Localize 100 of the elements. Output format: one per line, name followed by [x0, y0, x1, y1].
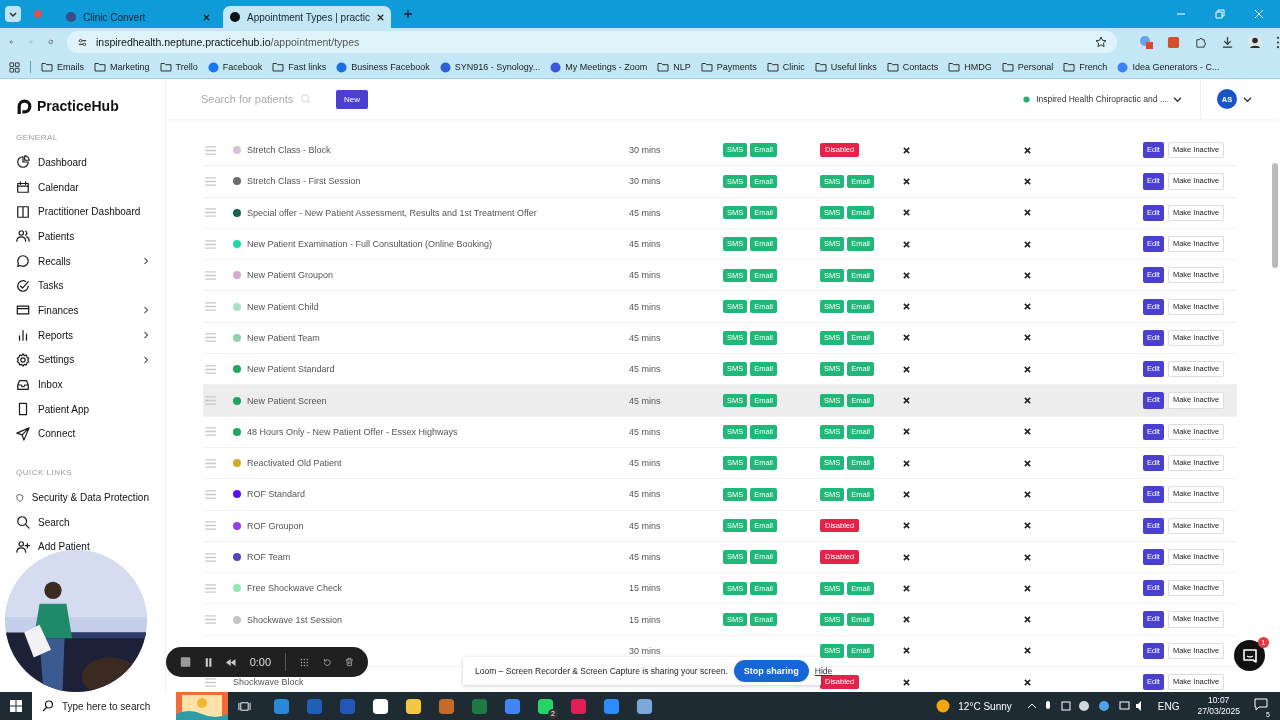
stop-sharing-button[interactable]: Stop sharing: [733, 660, 809, 682]
nav-item[interactable]: Dashboard: [16, 150, 165, 175]
bookmark[interactable]: Business Facebook: [336, 61, 430, 73]
restart-icon[interactable]: [322, 656, 332, 668]
nav-item[interactable]: Finances: [16, 298, 165, 323]
cross-icon: [1024, 209, 1031, 217]
nav-item[interactable]: Settings: [16, 347, 165, 373]
extension-icon[interactable]: [1167, 35, 1180, 49]
site-settings-icon[interactable]: [77, 36, 88, 48]
duration: 45 mins: [629, 426, 661, 437]
stop-icon[interactable]: [180, 655, 192, 669]
taskbar-search-field[interactable]: Type here to search: [32, 692, 176, 720]
site-icon: [207, 61, 219, 73]
drag-handle-icon[interactable]: [205, 427, 216, 437]
drag-handle-icon[interactable]: [205, 583, 216, 593]
duration: 15 mins: [629, 583, 661, 594]
puzzle-icon[interactable]: [1194, 35, 1207, 49]
drag-handle-icon[interactable]: [205, 396, 216, 405]
browser-tab[interactable]: Appointment Types | practic: [223, 6, 392, 28]
scrollbar-thumb[interactable]: [1272, 163, 1278, 268]
bookmark[interactable]: SYN916 - Synology...: [439, 61, 541, 73]
apps-grid-icon[interactable]: [9, 61, 20, 73]
nav-item[interactable]: Calendar: [16, 174, 165, 200]
drag-handle-icon[interactable]: [205, 552, 216, 562]
extension-icon[interactable]: [1139, 35, 1153, 49]
weather-text[interactable]: 12°C Sunny: [958, 700, 1012, 712]
bookmark[interactable]: Facebook: [207, 61, 263, 73]
bookmark[interactable]: Idea Generators - C...: [1117, 61, 1220, 73]
cross-icon: [1024, 522, 1031, 530]
nav-item[interactable]: Inbox: [16, 372, 165, 397]
close-icon[interactable]: [376, 12, 386, 22]
browser-tab[interactable]: Clinic Convert: [59, 6, 217, 28]
drag-handle-icon[interactable]: [205, 333, 216, 343]
download-icon[interactable]: [1221, 35, 1234, 49]
nav-item[interactable]: Recalls: [16, 248, 165, 274]
hide-link[interactable]: Hide: [814, 666, 833, 676]
app-icon[interactable]: [537, 697, 554, 715]
cross-icon: [1024, 647, 1031, 655]
bookmark[interactable]: My Meetings - Zoom: [550, 61, 648, 73]
drag-handle-icon[interactable]: [205, 270, 216, 280]
bookmark[interactable]: HMDG: [948, 62, 992, 72]
bookmark[interactable]: Payments: [700, 62, 757, 72]
drag-handle-icon[interactable]: [205, 677, 216, 687]
drag-handle-icon[interactable]: [205, 145, 216, 155]
bookmark[interactable]: NLP: [657, 62, 691, 72]
drag-handle-icon[interactable]: [205, 208, 216, 218]
cross-icon: [903, 459, 910, 467]
nav-item[interactable]: Patient App: [16, 396, 165, 422]
chat-icon: [1241, 647, 1258, 664]
drag-handle-icon[interactable]: [205, 364, 216, 374]
nav-item[interactable]: Security & Data Protection: [16, 485, 165, 510]
drag-handle-icon[interactable]: [205, 458, 216, 468]
app-icon[interactable]: [636, 697, 653, 715]
drag-handle-icon[interactable]: [205, 615, 216, 625]
bookmark[interactable]: Emails: [41, 62, 84, 72]
people-icon: [16, 229, 30, 244]
app-icon[interactable]: [405, 697, 422, 715]
address-field[interactable]: inspiredhealth.neptune.practicehub.io/appointment/types: [67, 31, 1117, 53]
restore-icon[interactable]: [1215, 9, 1225, 19]
bookmark[interactable]: French: [1063, 62, 1108, 72]
drag-handle-icon[interactable]: [205, 521, 216, 531]
task-view-icon[interactable]: [238, 699, 251, 713]
bookmark[interactable]: Useful links: [814, 62, 877, 72]
drag-handle-icon[interactable]: [205, 176, 216, 186]
app-icon[interactable]: [372, 697, 389, 715]
nav-item[interactable]: Tasks: [16, 273, 165, 299]
star-icon[interactable]: [1095, 36, 1107, 48]
nav-item[interactable]: Search: [16, 509, 165, 535]
clock-time[interactable]: 10:07: [1208, 695, 1230, 706]
bookmark[interactable]: Marketing: [94, 62, 150, 72]
windows-start-icon[interactable]: [10, 700, 22, 712]
clinic-selector[interactable]: Inspired Health Chiropractic and ...: [1023, 94, 1182, 104]
nav-item[interactable]: Reports: [16, 322, 165, 348]
rewind-icon[interactable]: [226, 657, 236, 667]
tab-list-button[interactable]: [5, 6, 21, 22]
nav-item[interactable]: Practitioner Dashboard: [16, 199, 165, 225]
new-button[interactable]: New: [336, 89, 368, 109]
avatar-icon[interactable]: [1248, 35, 1262, 49]
bookmark[interactable]: Contacts: [886, 62, 939, 72]
menu-icon[interactable]: [1276, 35, 1280, 49]
new-tab-icon[interactable]: [403, 9, 414, 19]
close-icon[interactable]: [202, 12, 211, 22]
drag-handle-icon[interactable]: [205, 302, 216, 312]
bookmark[interactable]: Personal: [1001, 62, 1054, 72]
clock-date[interactable]: 27/03/2025: [1197, 706, 1240, 717]
bookmark[interactable]: Trello: [159, 62, 198, 72]
cross-icon: [903, 584, 910, 592]
drag-handle-icon[interactable]: [205, 239, 216, 249]
bookmark[interactable]: Fast links: [272, 62, 327, 72]
drag-handle-icon[interactable]: [205, 489, 216, 499]
language-indicator[interactable]: ENG: [1157, 700, 1180, 712]
grid-icon[interactable]: [299, 656, 309, 668]
trash-icon[interactable]: [345, 656, 354, 668]
pause-icon[interactable]: [205, 656, 213, 668]
patient-search-field[interactable]: Search for patients: [201, 93, 311, 105]
nav-item[interactable]: Add Patient: [16, 534, 165, 560]
bookmark[interactable]: Clinic: [766, 62, 805, 72]
nav-item[interactable]: Connect: [16, 421, 165, 447]
cross-icon: [1024, 397, 1031, 404]
nav-item[interactable]: Patients: [16, 224, 165, 249]
